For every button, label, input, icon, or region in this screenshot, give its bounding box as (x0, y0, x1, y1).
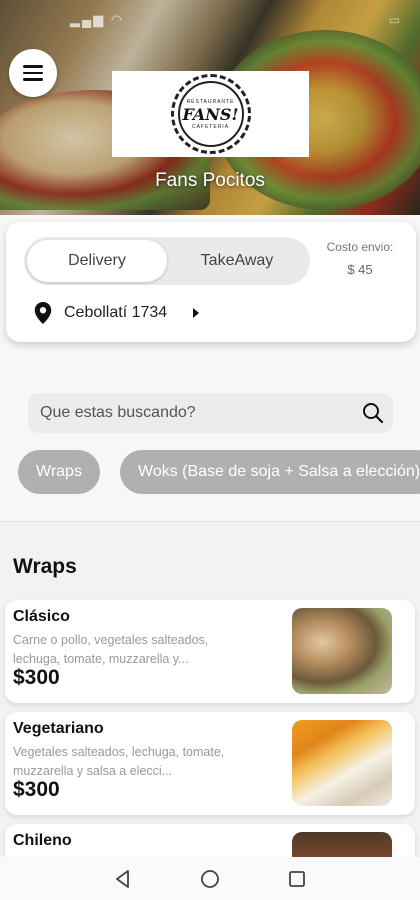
takeaway-option[interactable]: TakeAway (167, 240, 307, 282)
logo-text: FANS! (182, 104, 239, 124)
menu-button[interactable] (9, 49, 57, 97)
section-title: Wraps (13, 555, 77, 578)
product-price: $300 (13, 778, 60, 801)
location-pin-icon (34, 302, 52, 324)
logo-bottom-text: CAFETERIA (191, 123, 230, 130)
delivery-mode-toggle: Delivery TakeAway (24, 237, 310, 285)
status-bar: ▂▄▆ ◠ ▭ (0, 0, 420, 40)
category-chip-woks[interactable]: Woks (Base de soja + Salsa a elección) (120, 450, 420, 494)
product-card[interactable]: Clásico Carne o pollo, vegetales saltead… (5, 600, 415, 703)
search-bar[interactable]: Que estas buscando? (28, 393, 393, 433)
hamburger-menu-icon (23, 65, 43, 68)
battery-icon: ▭ (388, 13, 400, 27)
shop-name: Fans Pocitos (155, 170, 265, 191)
system-nav-bar (0, 857, 420, 900)
product-card[interactable]: Vegetariano Vegetales salteados, lechuga… (5, 712, 415, 815)
product-name: Vegetariano (13, 720, 104, 737)
category-chip-wraps[interactable]: Wraps (18, 450, 100, 494)
order-options-card: Delivery TakeAway Costo envio: $ 45 Cebo… (6, 222, 416, 342)
signal-wifi-icon: ▂▄▆ ◠ (70, 12, 125, 27)
product-name: Chileno (13, 832, 72, 849)
product-name: Clásico (13, 608, 70, 625)
shipping-label: Costo envio: (326, 240, 394, 254)
chevron-right-icon (193, 308, 200, 318)
shipping-cost: Costo envio: $ 45 (314, 240, 406, 277)
product-image (292, 720, 392, 806)
product-price: $300 (13, 666, 60, 689)
restaurant-logo: RESTAURANTE FANS! CAFETERIA (112, 71, 309, 157)
search-icon[interactable] (353, 393, 393, 433)
category-chips: Wraps Woks (Base de soja + Salsa a elecc… (0, 450, 420, 496)
delivery-option[interactable]: Delivery (27, 240, 167, 282)
address-text: Cebollatí 1734 (64, 304, 168, 321)
address-selector[interactable]: Cebollatí 1734 (34, 302, 200, 324)
home-circle-icon[interactable] (200, 869, 220, 889)
back-triangle-icon[interactable] (113, 869, 133, 889)
product-description: Vegetales salteados, lechuga, tomate, mu… (13, 745, 225, 778)
product-description: Carne o pollo, vegetales salteados, lech… (13, 633, 209, 666)
recent-square-icon[interactable] (287, 869, 307, 889)
search-input[interactable]: Que estas buscando? (40, 404, 353, 422)
product-image (292, 608, 392, 694)
shipping-value: $ 45 (347, 262, 373, 277)
